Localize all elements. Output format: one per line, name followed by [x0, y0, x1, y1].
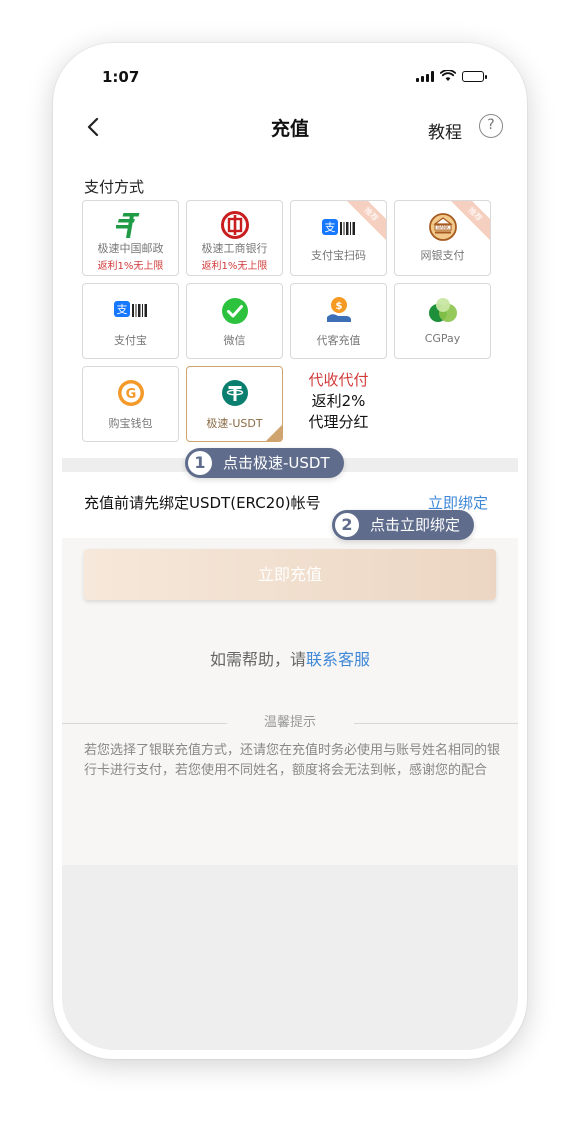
icbc-icon: [187, 210, 282, 240]
status-time: 1:07: [102, 68, 140, 86]
method-icbc[interactable]: 极速工商银行 返利1%无上限: [186, 200, 283, 276]
bind-notice: 充值前请先绑定USDT(ERC20)帐号: [84, 494, 321, 512]
method-agent-deposit[interactable]: $ 代客充值: [290, 283, 387, 359]
tip-step-1: 1 点击极速-USDT: [185, 448, 344, 478]
cellular-signal-icon: [416, 70, 434, 82]
tutorial-link[interactable]: 教程: [428, 118, 462, 143]
method-wechat[interactable]: 微信: [186, 283, 283, 359]
method-alipay-scan[interactable]: 推荐 支 支付宝扫码: [290, 200, 387, 276]
method-goubao-wallet[interactable]: G 购宝钱包: [82, 366, 179, 442]
alipay-icon: 支: [83, 297, 178, 327]
svg-text:支: 支: [324, 221, 335, 234]
wechat-icon: [187, 296, 282, 326]
usdt-icon: [187, 378, 282, 408]
alipay-scan-icon: 支: [291, 215, 386, 245]
svg-text:G: G: [125, 387, 136, 402]
help-line: 如需帮助，请联系客服: [209, 650, 371, 669]
payment-section-label: 支付方式: [84, 178, 145, 196]
bank-icon: BANK: [395, 212, 490, 242]
promo-text: 代收代付 返利2% 代理分红: [308, 371, 369, 431]
recharge-now-button[interactable]: 立即充值: [84, 549, 496, 600]
goubao-wallet-icon: G: [83, 378, 178, 408]
wifi-icon: [440, 70, 456, 81]
method-alipay[interactable]: 支 支付宝: [82, 283, 179, 359]
help-question-icon[interactable]: ?: [479, 114, 503, 138]
notice-body: 若您选择了银联充值方式，还请您在充值时务必使用与账号姓名相同的银行卡进行支付，若…: [84, 743, 501, 778]
svg-text:支: 支: [116, 303, 127, 316]
svg-text:BANK: BANK: [437, 225, 449, 230]
status-icons: [416, 70, 487, 82]
method-online-banking[interactable]: 推荐 BANK 网银支付: [394, 200, 491, 276]
selected-check-icon: [266, 425, 282, 441]
contact-support-link[interactable]: 联系客服: [306, 650, 370, 669]
svg-text:$: $: [335, 301, 342, 312]
battery-icon: [462, 70, 487, 82]
tip-step-2: 2 点击立即绑定: [332, 510, 475, 540]
app-screen: 1:07 充值 教程 ? 支付方式 极速中国邮政 返利1%无上限 极速工商银行 …: [62, 52, 518, 1050]
agent-deposit-icon: $: [291, 295, 386, 325]
cgpay-icon: [395, 296, 490, 326]
notice-title-row: 温馨提示: [62, 715, 518, 731]
method-cgpay[interactable]: CGPay: [394, 283, 491, 359]
method-china-post[interactable]: 极速中国邮政 返利1%无上限: [82, 200, 179, 276]
china-post-icon: [83, 210, 178, 240]
method-usdt[interactable]: 极速-USDT: [186, 366, 283, 442]
notice-title: 温馨提示: [263, 715, 316, 730]
phone-frame: 1:07 充值 教程 ? 支付方式 极速中国邮政 返利1%无上限 极速工商银行 …: [53, 43, 527, 1059]
